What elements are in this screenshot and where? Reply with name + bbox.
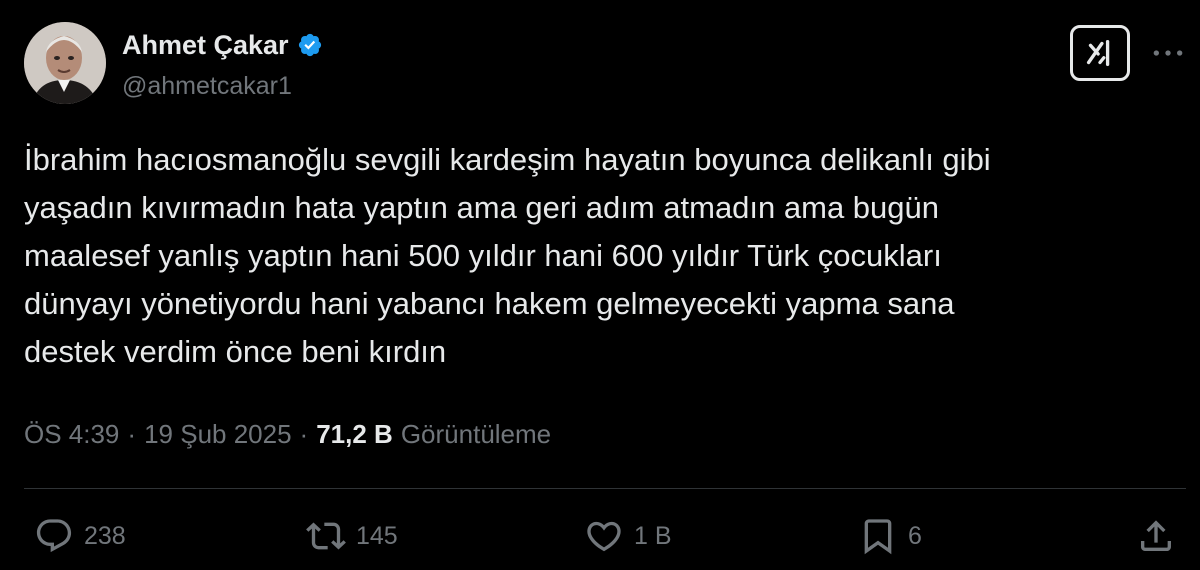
repost-button[interactable]: 145 (306, 514, 398, 558)
grok-icon (1086, 39, 1110, 67)
bookmark-count: 6 (908, 521, 922, 550)
grok-button[interactable] (1070, 25, 1130, 81)
repost-count: 145 (356, 521, 398, 550)
tweet-text: İbrahim hacıosmanoğlu sevgili kardeşim h… (24, 142, 991, 369)
avatar[interactable] (24, 22, 106, 104)
author-display-name[interactable]: Ahmet Çakar (122, 28, 289, 62)
repost-icon (306, 522, 346, 550)
like-button[interactable]: 1 B (584, 514, 672, 558)
verified-badge-icon[interactable] (297, 32, 323, 58)
meta-separator: · (299, 419, 309, 449)
avatar-image (24, 22, 106, 104)
like-count: 1 B (634, 521, 672, 550)
tweet-date[interactable]: 19 Şub 2025 (144, 416, 291, 452)
share-button[interactable] (1136, 514, 1176, 558)
more-options-button[interactable] (1148, 38, 1188, 68)
reply-button[interactable]: 238 (34, 514, 126, 558)
bookmark-button[interactable]: 6 (858, 514, 922, 558)
author-name-row: Ahmet Çakar (122, 28, 323, 62)
more-horizontal-icon (1153, 50, 1183, 56)
author-handle[interactable]: @ahmetcakar1 (122, 70, 292, 102)
views-label: Görüntüleme (400, 419, 552, 449)
reply-count: 238 (84, 521, 126, 550)
meta-separator: · (127, 419, 137, 449)
tweet-card: Ahmet Çakar @ahmetcakar1 İbrahim hacıosm… (0, 0, 1200, 570)
divider (24, 488, 1186, 489)
views-count[interactable]: 71,2 B (316, 416, 393, 452)
bookmark-icon (864, 519, 892, 555)
tweet-time[interactable]: ÖS 4:39 (24, 416, 119, 452)
heart-icon (587, 521, 621, 552)
tweet-meta: ÖS 4:39 · 19 Şub 2025 · 71,2 B Görüntüle… (24, 416, 551, 452)
share-icon (1141, 520, 1171, 551)
reply-icon (36, 519, 72, 553)
action-bar: 238 145 1 B 6 (0, 514, 1200, 558)
